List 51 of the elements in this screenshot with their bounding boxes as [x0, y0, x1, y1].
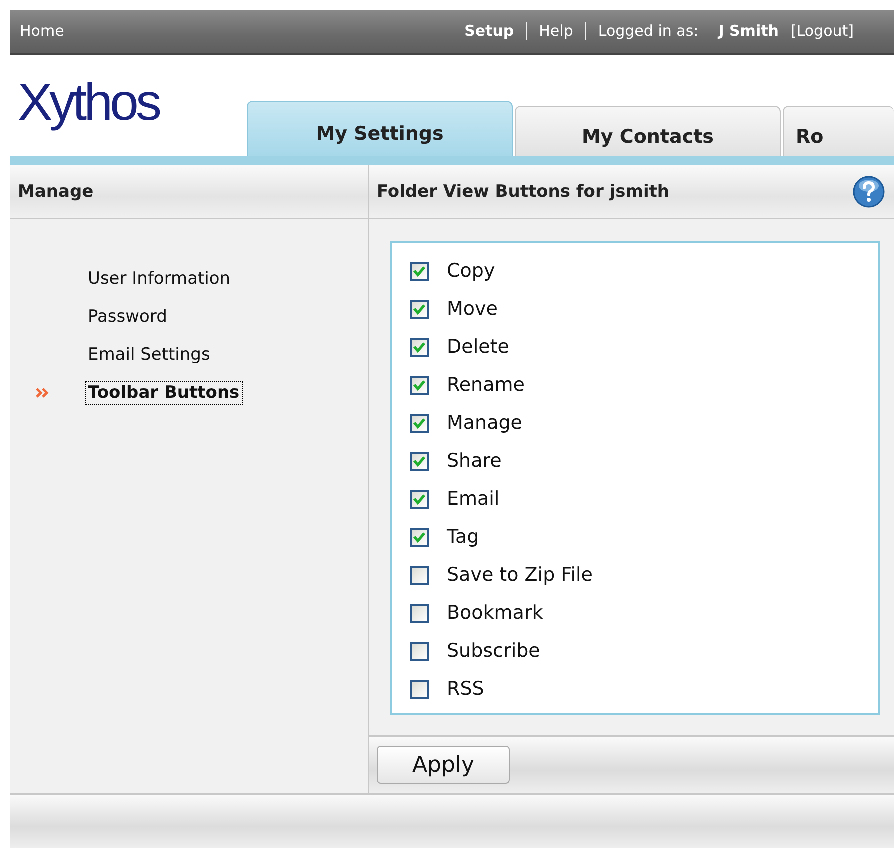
check-icon — [413, 494, 426, 505]
tab[interactable]: My Settings — [246, 101, 513, 156]
setup-link[interactable]: Setup — [464, 22, 514, 40]
checkbox[interactable] — [410, 338, 429, 357]
option-label: Rename — [447, 374, 525, 396]
checkbox[interactable] — [410, 680, 429, 699]
option-label: Move — [447, 298, 498, 320]
home-link[interactable]: Home — [20, 22, 64, 40]
help-icon[interactable] — [852, 174, 886, 209]
check-icon — [413, 304, 426, 315]
option-label: Bookmark — [447, 602, 544, 624]
nav-link[interactable]: [Logout] — [790, 22, 854, 40]
option-label: Email — [447, 488, 500, 510]
option-label: Manage — [447, 412, 522, 434]
check-icon — [413, 532, 426, 543]
checkbox[interactable] — [410, 376, 429, 395]
user-name: J Smith — [718, 22, 779, 40]
tab[interactable]: Ro — [782, 106, 894, 156]
check-icon — [413, 418, 426, 429]
apply-button[interactable]: Apply — [377, 746, 510, 784]
checkbox[interactable] — [410, 604, 429, 623]
sidebar-item[interactable]: Email Settings — [86, 344, 212, 366]
sidebar-item[interactable]: Toolbar Buttons — [86, 382, 242, 404]
chevron-icon — [36, 387, 50, 400]
option-label: Save to Zip File — [447, 564, 593, 586]
check-icon — [413, 342, 426, 353]
checkbox[interactable] — [410, 300, 429, 319]
logo: Xythos — [18, 72, 159, 133]
checkbox[interactable] — [410, 642, 429, 661]
checkbox[interactable] — [410, 566, 429, 585]
option-label: Share — [447, 450, 502, 472]
checkbox[interactable] — [410, 528, 429, 547]
check-icon — [413, 380, 426, 391]
sidebar-item[interactable]: Password — [86, 306, 170, 328]
sidebar-title: Manage — [18, 182, 94, 202]
nav-link[interactable]: Help — [539, 22, 574, 40]
option-label: RSS — [447, 678, 484, 700]
checkbox[interactable] — [410, 262, 429, 281]
option-label: Delete — [447, 336, 510, 358]
checkbox[interactable] — [410, 414, 429, 433]
checkbox[interactable] — [410, 490, 429, 509]
panel-title: Folder View Buttons for jsmith — [377, 182, 670, 202]
login-label: Logged in as: — [598, 22, 699, 40]
option-label: Copy — [447, 260, 496, 282]
check-icon — [413, 266, 426, 277]
checkbox[interactable] — [410, 452, 429, 471]
sidebar-item[interactable]: User Information — [86, 268, 233, 290]
option-label: Tag — [447, 526, 480, 548]
option-label: Subscribe — [447, 640, 540, 662]
tab[interactable]: My Contacts — [514, 106, 781, 156]
check-icon — [413, 456, 426, 467]
